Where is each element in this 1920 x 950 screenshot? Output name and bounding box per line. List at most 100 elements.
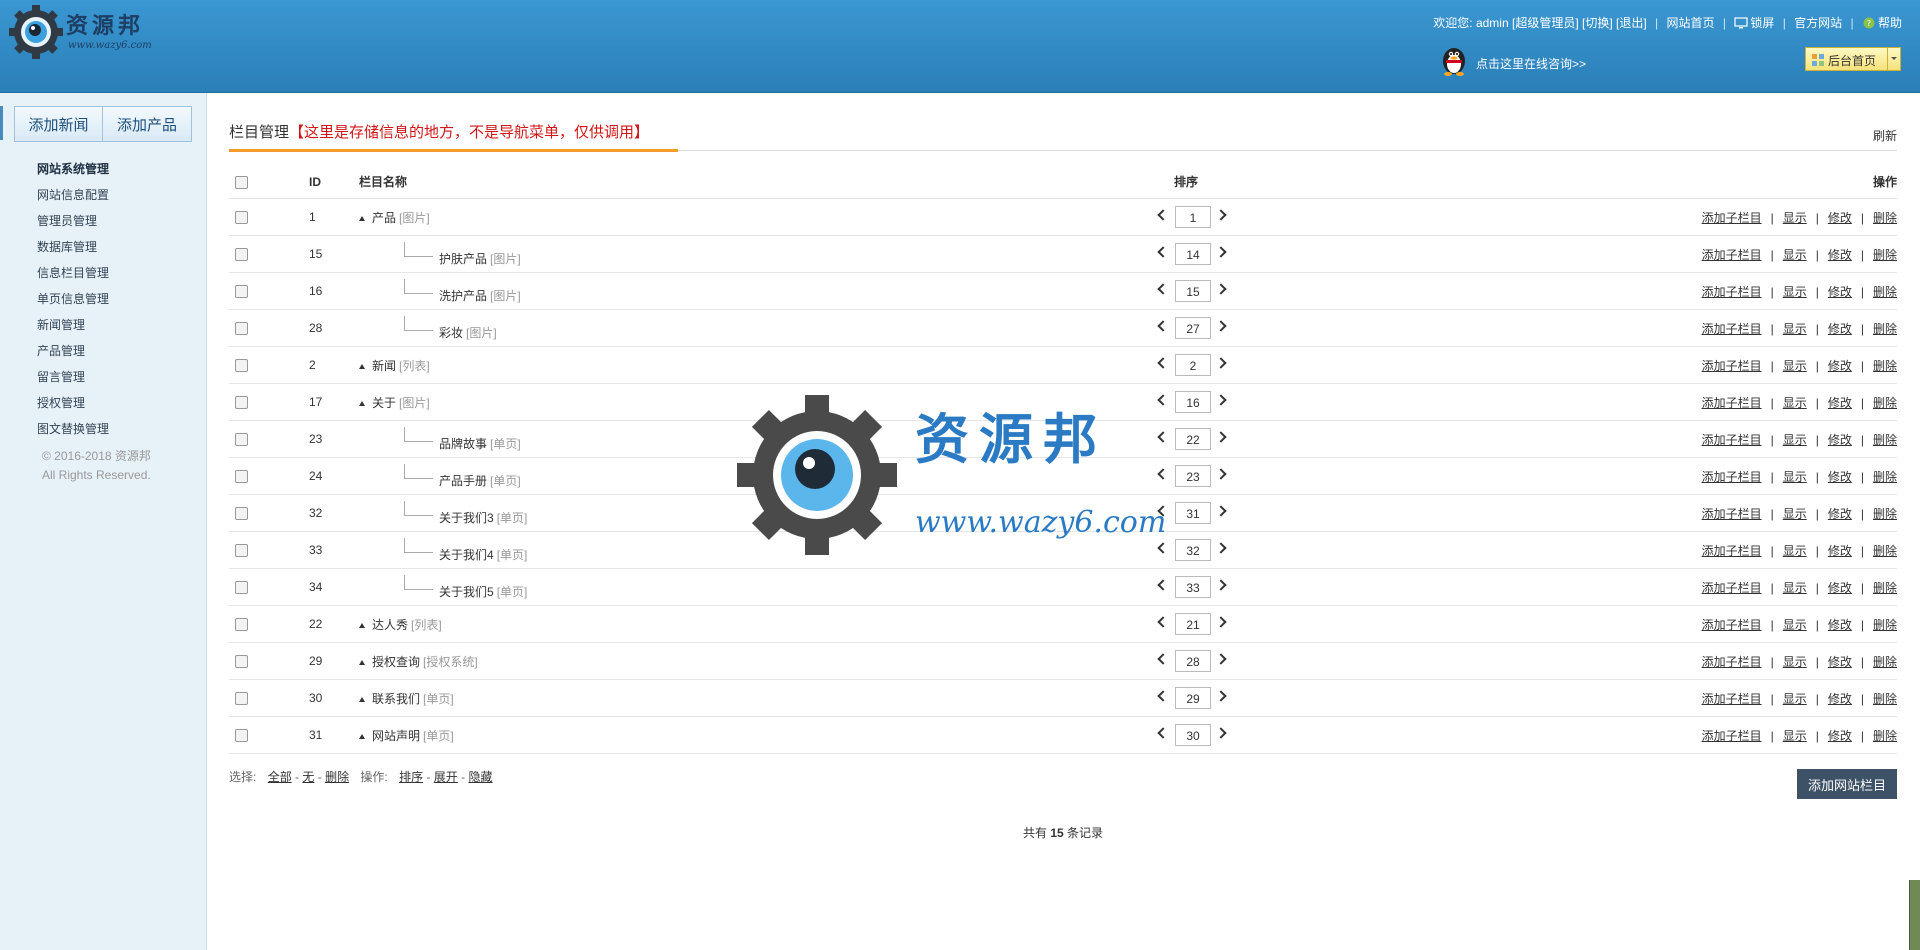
sort-input[interactable]: 14 [1175,243,1211,265]
sidebar-item-site-config[interactable]: 网站信息配置 [37,182,109,208]
select-all-link[interactable]: 全部 [268,770,292,784]
sort-input[interactable]: 29 [1175,687,1211,709]
backend-home-dropdown[interactable]: 后台首页 [1805,47,1901,71]
row-checkbox[interactable] [235,285,248,299]
add-child-link[interactable]: 添加子栏目 [1702,359,1762,373]
sort-increase-icon[interactable] [1215,283,1227,295]
row-name[interactable]: 关于我们5 [439,585,494,599]
sort-increase-icon[interactable] [1215,246,1227,258]
row-name[interactable]: 达人秀 [372,618,408,632]
add-child-link[interactable]: 添加子栏目 [1702,396,1762,410]
logout-link[interactable]: [退出] [1616,16,1647,30]
delete-link[interactable]: 删除 [1873,211,1897,225]
sidebar-item-columns[interactable]: 信息栏目管理 [37,260,109,286]
row-checkbox[interactable] [235,322,248,336]
refresh-link[interactable]: 刷新 [1873,127,1897,144]
row-checkbox[interactable] [235,470,248,484]
row-name[interactable]: 彩妆 [439,326,463,340]
sort-decrease-icon[interactable] [1157,505,1169,517]
show-link[interactable]: 显示 [1783,211,1807,225]
delete-link[interactable]: 删除 [1873,544,1897,558]
sort-decrease-icon[interactable] [1157,357,1169,369]
sort-increase-icon[interactable] [1215,727,1227,739]
row-name[interactable]: 网站声明 [372,729,420,743]
sort-increase-icon[interactable] [1215,209,1227,221]
delete-link[interactable]: 删除 [1873,729,1897,743]
help-link[interactable]: 帮助 [1878,16,1902,30]
qq-penguin-icon[interactable] [1440,44,1468,76]
show-link[interactable]: 显示 [1783,285,1807,299]
edit-link[interactable]: 修改 [1828,322,1852,336]
show-link[interactable]: 显示 [1783,248,1807,262]
expand-triangle-icon[interactable] [359,215,365,221]
sort-decrease-icon[interactable] [1157,283,1169,295]
sidebar-item-database[interactable]: 数据库管理 [37,234,109,260]
add-child-link[interactable]: 添加子栏目 [1702,285,1762,299]
delete-link[interactable]: 删除 [1873,507,1897,521]
row-checkbox[interactable] [235,581,248,595]
delete-link[interactable]: 删除 [1873,433,1897,447]
add-child-link[interactable]: 添加子栏目 [1702,544,1762,558]
add-child-link[interactable]: 添加子栏目 [1702,692,1762,706]
bulk-delete-link[interactable]: 删除 [325,770,349,784]
delete-link[interactable]: 删除 [1873,322,1897,336]
row-name[interactable]: 新闻 [372,359,396,373]
row-name[interactable]: 护肤产品 [439,252,487,266]
delete-link[interactable]: 删除 [1873,470,1897,484]
sort-decrease-icon[interactable] [1157,579,1169,591]
sort-input[interactable]: 23 [1175,465,1211,487]
row-name[interactable]: 关于我们3 [439,511,494,525]
expand-triangle-icon[interactable] [359,363,365,369]
sort-input[interactable]: 2 [1175,354,1211,376]
hide-link[interactable]: 隐藏 [468,770,492,784]
edit-link[interactable]: 修改 [1828,544,1852,558]
sort-input[interactable]: 28 [1175,650,1211,672]
expand-triangle-icon[interactable] [359,659,365,665]
row-checkbox[interactable] [235,248,248,262]
lock-screen-link[interactable]: 锁屏 [1750,16,1774,30]
sort-decrease-icon[interactable] [1157,320,1169,332]
delete-link[interactable]: 删除 [1873,692,1897,706]
bulk-sort-link[interactable]: 排序 [399,770,423,784]
expand-triangle-icon[interactable] [359,622,365,628]
sort-input[interactable]: 22 [1175,428,1211,450]
expand-triangle-icon[interactable] [359,400,365,406]
delete-link[interactable]: 删除 [1873,359,1897,373]
sort-input[interactable]: 1 [1175,206,1211,228]
delete-link[interactable]: 删除 [1873,285,1897,299]
sort-increase-icon[interactable] [1215,579,1227,591]
show-link[interactable]: 显示 [1783,618,1807,632]
row-checkbox[interactable] [235,507,248,521]
sidebar-item-messages[interactable]: 留言管理 [37,364,109,390]
delete-link[interactable]: 删除 [1873,618,1897,632]
sidebar-item-products[interactable]: 产品管理 [37,338,109,364]
edit-link[interactable]: 修改 [1828,655,1852,669]
show-link[interactable]: 显示 [1783,359,1807,373]
sort-input[interactable]: 32 [1175,539,1211,561]
edit-link[interactable]: 修改 [1828,470,1852,484]
edit-link[interactable]: 修改 [1828,581,1852,595]
sort-increase-icon[interactable] [1215,468,1227,480]
expand-triangle-icon[interactable] [359,733,365,739]
show-link[interactable]: 显示 [1783,396,1807,410]
add-child-link[interactable]: 添加子栏目 [1702,507,1762,521]
row-name[interactable]: 洗护产品 [439,289,487,303]
sort-increase-icon[interactable] [1215,616,1227,628]
sort-increase-icon[interactable] [1215,431,1227,443]
edit-link[interactable]: 修改 [1828,396,1852,410]
sort-increase-icon[interactable] [1215,542,1227,554]
edit-link[interactable]: 修改 [1828,433,1852,447]
show-link[interactable]: 显示 [1783,433,1807,447]
show-link[interactable]: 显示 [1783,322,1807,336]
official-site-link[interactable]: 官方网站 [1794,16,1842,30]
qq-consult-link[interactable]: 点击这里在线咨询>> [1476,55,1586,72]
delete-link[interactable]: 删除 [1873,248,1897,262]
delete-link[interactable]: 删除 [1873,581,1897,595]
delete-link[interactable]: 删除 [1873,396,1897,410]
row-name[interactable]: 产品 [372,211,396,225]
add-product-button[interactable]: 添加产品 [103,107,191,141]
show-link[interactable]: 显示 [1783,692,1807,706]
sort-decrease-icon[interactable] [1157,616,1169,628]
sidebar-item-replace[interactable]: 图文替换管理 [37,416,109,442]
delete-link[interactable]: 删除 [1873,655,1897,669]
